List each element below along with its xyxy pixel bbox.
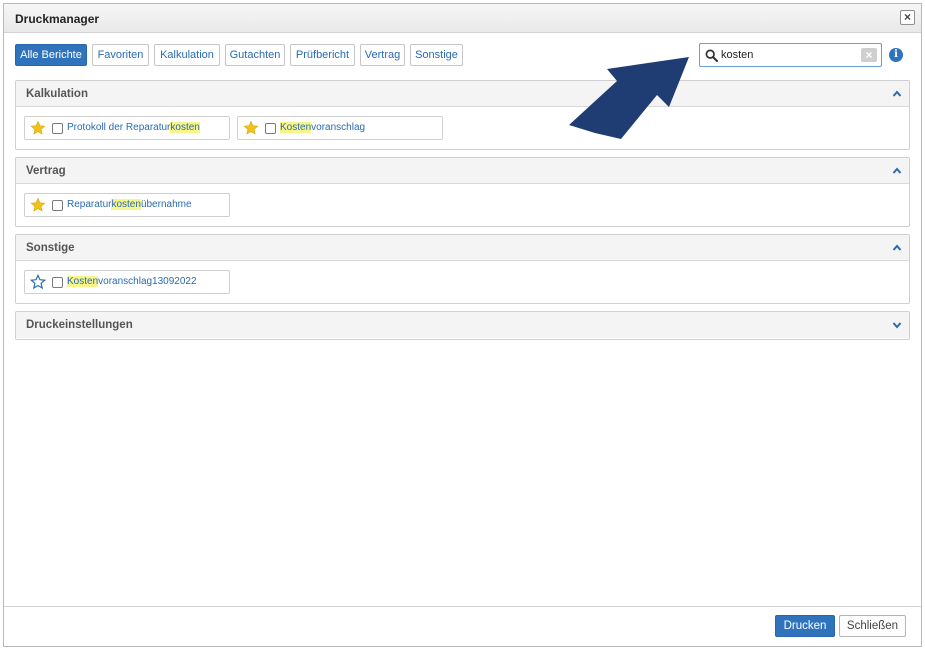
- report-item: Kostenvoranschlag: [237, 116, 443, 140]
- dialog-footer: Drucken Schließen: [4, 606, 921, 646]
- clear-icon[interactable]: ×: [861, 48, 877, 62]
- report-item: Protokoll der Reparaturkosten: [24, 116, 230, 140]
- section-title: Sonstige: [26, 242, 75, 254]
- section-kalkulation: Kalkulation Protokoll der Reparaturkoste…: [15, 80, 910, 150]
- tab-alle-berichte[interactable]: Alle Berichte: [15, 44, 87, 66]
- report-checkbox[interactable]: [52, 277, 63, 288]
- report-item: Reparaturkostenübernahme: [24, 193, 230, 217]
- tab-sonstige[interactable]: Sonstige: [410, 44, 463, 66]
- tab-gutachten[interactable]: Gutachten: [225, 44, 285, 66]
- report-checkbox[interactable]: [52, 200, 63, 211]
- search-icon: [705, 49, 718, 62]
- report-checkbox[interactable]: [52, 123, 63, 134]
- star-filled-icon[interactable]: [243, 120, 259, 136]
- section-header-sonstige[interactable]: Sonstige: [16, 235, 909, 261]
- section-title: Kalkulation: [26, 88, 88, 100]
- section-title: Druckeinstellungen: [26, 319, 133, 331]
- section-title: Vertrag: [26, 165, 66, 177]
- section-header-vertrag[interactable]: Vertrag: [16, 158, 909, 184]
- section-sonstige: Sonstige Kostenvoranschlag13092022: [15, 234, 910, 304]
- tab-vertrag[interactable]: Vertrag: [360, 44, 405, 66]
- annotation-arrow-icon: [569, 57, 689, 139]
- section-druckeinstellungen: Druckeinstellungen: [15, 311, 910, 340]
- report-label[interactable]: Reparaturkostenübernahme: [67, 199, 192, 210]
- star-filled-icon[interactable]: [30, 197, 46, 213]
- tab-pruefbericht[interactable]: Prüfbericht: [290, 44, 355, 66]
- close-icon[interactable]: ×: [900, 10, 915, 25]
- report-label[interactable]: Kostenvoranschlag: [280, 122, 365, 133]
- report-label[interactable]: Kostenvoranschlag13092022: [67, 276, 197, 287]
- report-checkbox[interactable]: [265, 123, 276, 134]
- search-box: ×: [699, 43, 882, 67]
- print-button[interactable]: Drucken: [775, 615, 835, 637]
- close-button[interactable]: Schließen: [839, 615, 906, 637]
- star-outline-icon[interactable]: [30, 274, 46, 290]
- tab-kalkulation[interactable]: Kalkulation: [154, 44, 220, 66]
- dialog-title: Druckmanager: [15, 12, 100, 26]
- tab-favoriten[interactable]: Favoriten: [92, 44, 149, 66]
- info-icon[interactable]: i: [889, 48, 903, 62]
- section-header-kalkulation[interactable]: Kalkulation: [16, 81, 909, 107]
- chevron-up-icon[interactable]: [892, 89, 902, 99]
- report-item: Kostenvoranschlag13092022: [24, 270, 230, 294]
- search-input[interactable]: [721, 47, 857, 63]
- star-filled-icon[interactable]: [30, 120, 46, 136]
- section-header-druckeinstellungen[interactable]: Druckeinstellungen: [16, 312, 909, 338]
- section-vertrag: Vertrag Reparaturkostenübernahme: [15, 157, 910, 227]
- chevron-down-icon[interactable]: [892, 320, 902, 330]
- report-label[interactable]: Protokoll der Reparaturkosten: [67, 122, 200, 133]
- dialog-titlebar: Druckmanager ×: [4, 4, 921, 33]
- chevron-up-icon[interactable]: [892, 243, 902, 253]
- druckmanager-dialog: Druckmanager × Alle Berichte Favoriten K…: [3, 3, 922, 647]
- chevron-up-icon[interactable]: [892, 166, 902, 176]
